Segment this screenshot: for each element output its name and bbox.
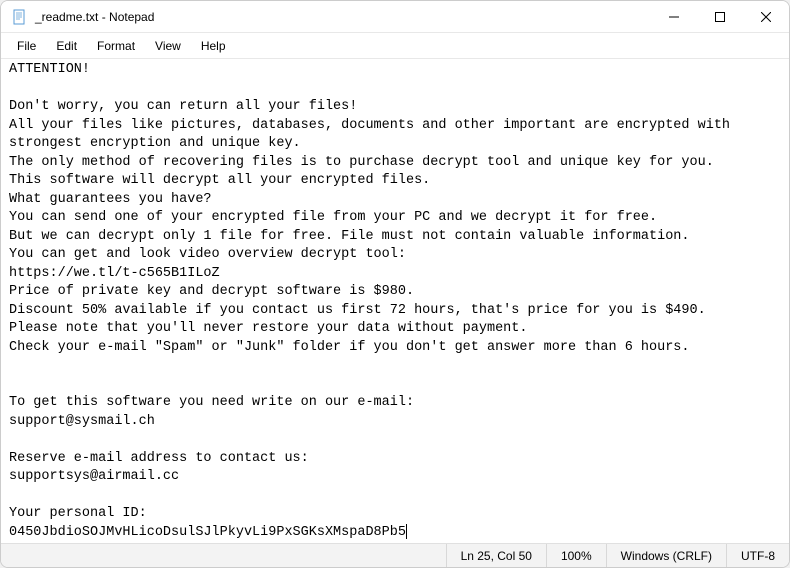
close-button[interactable] bbox=[743, 1, 789, 32]
status-position: Ln 25, Col 50 bbox=[446, 544, 546, 567]
status-zoom: 100% bbox=[546, 544, 606, 567]
window-controls bbox=[651, 1, 789, 32]
maximize-button[interactable] bbox=[697, 1, 743, 32]
menu-format[interactable]: Format bbox=[87, 36, 145, 56]
minimize-button[interactable] bbox=[651, 1, 697, 32]
status-lineending: Windows (CRLF) bbox=[606, 544, 726, 567]
menubar: File Edit Format View Help bbox=[1, 33, 789, 59]
menu-edit[interactable]: Edit bbox=[46, 36, 87, 56]
titlebar: _readme.txt - Notepad bbox=[1, 1, 789, 33]
notepad-window: _readme.txt - Notepad File Edit Format V… bbox=[0, 0, 790, 568]
menu-file[interactable]: File bbox=[7, 36, 46, 56]
text-cursor bbox=[406, 524, 407, 539]
menu-view[interactable]: View bbox=[145, 36, 191, 56]
menu-help[interactable]: Help bbox=[191, 36, 236, 56]
status-encoding: UTF-8 bbox=[726, 544, 789, 567]
document-text: ATTENTION! Don't worry, you can return a… bbox=[9, 62, 738, 540]
statusbar: Ln 25, Col 50 100% Windows (CRLF) UTF-8 bbox=[1, 543, 789, 567]
window-title: _readme.txt - Notepad bbox=[35, 10, 651, 24]
notepad-icon bbox=[11, 9, 27, 25]
text-area[interactable]: ATTENTION! Don't worry, you can return a… bbox=[1, 59, 789, 543]
